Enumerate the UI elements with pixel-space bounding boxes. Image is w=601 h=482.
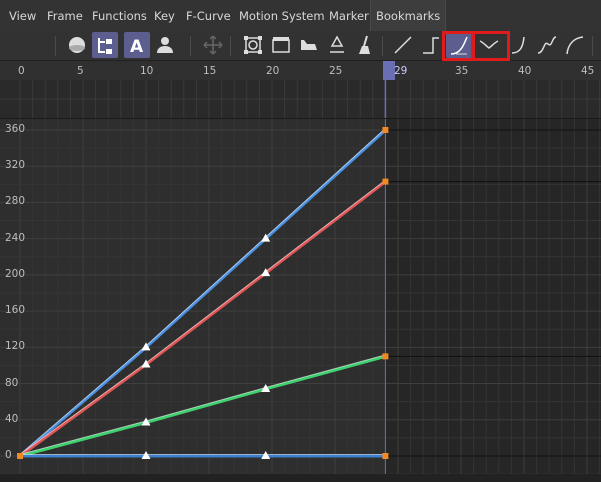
y-axis-label: 320	[5, 159, 26, 172]
recycle-icon	[330, 35, 344, 53]
film-clapper-icon	[272, 37, 290, 53]
iron-icon	[301, 40, 317, 50]
keyframe[interactable]	[382, 453, 389, 459]
move-arrows-button[interactable]	[200, 32, 226, 58]
frame-selection-icon	[244, 36, 262, 54]
frame-selection-button[interactable]	[240, 32, 266, 58]
broom-button[interactable]	[352, 32, 378, 58]
menu-view[interactable]: View	[9, 0, 36, 31]
ruler-tick-label: 35	[455, 65, 469, 77]
ruler-tick-label: 10	[140, 65, 154, 77]
menu-bar: View Frame Functions Key F-Curve Motion Syste…	[0, 0, 601, 32]
toolbar-separator	[230, 36, 231, 56]
linear-interp-button[interactable]	[390, 32, 416, 58]
keyframe[interactable]	[382, 178, 389, 185]
text-a-icon: A	[130, 37, 144, 57]
ease-curve-button[interactable]	[562, 32, 588, 58]
y-axis-label: 200	[5, 267, 26, 280]
svg-text:A: A	[130, 37, 144, 57]
ruler-tick-label: 15	[203, 65, 217, 77]
y-axis-label: 280	[5, 195, 26, 208]
menu-functions[interactable]: Functions	[92, 0, 147, 31]
toolbar-separator	[55, 36, 56, 56]
ease-curve-icon	[566, 36, 584, 55]
fcurve-graph[interactable]: 360 320 280 240 200 160 120 80 40 0	[0, 111, 601, 475]
summary-track[interactable]	[0, 80, 601, 119]
spline-icon	[537, 36, 557, 54]
ruler-tick-label: 0	[18, 65, 25, 77]
hierarchy-button[interactable]	[92, 32, 118, 58]
recycle-button[interactable]	[324, 32, 350, 58]
toolbar: A	[0, 31, 601, 61]
menu-f-curve[interactable]: F-Curve	[186, 0, 231, 31]
iron-button[interactable]	[296, 32, 322, 58]
y-axis-label: 120	[5, 340, 26, 353]
y-axis-label: 160	[5, 304, 26, 317]
y-axis-label: 40	[5, 412, 19, 425]
summary-grid	[0, 80, 601, 118]
ruler-tick-label: 45	[581, 65, 595, 77]
highlight-box	[472, 31, 510, 61]
keyframe[interactable]	[382, 353, 389, 360]
broom-icon	[359, 35, 370, 54]
person-button[interactable]	[152, 32, 178, 58]
y-axis-label: 0	[5, 449, 12, 461]
film-clapper-button[interactable]	[268, 32, 294, 58]
keyframe[interactable]	[382, 126, 389, 133]
ruler-tick-label: 5	[77, 65, 84, 77]
keyframe[interactable]	[17, 453, 23, 459]
toolbar-separator	[190, 36, 191, 56]
menu-frame[interactable]: Frame	[47, 0, 83, 31]
y-axis-label: 360	[5, 122, 26, 135]
move-arrows-icon	[203, 35, 223, 55]
y-axis-label: 80	[5, 376, 19, 389]
ruler-tick-label: 20	[266, 65, 280, 77]
person-icon	[157, 37, 173, 53]
current-frame-label: 29	[394, 65, 408, 77]
ruler-tick-label: 25	[329, 65, 343, 77]
menu-key[interactable]: Key	[154, 0, 175, 31]
timeline-ruler[interactable]: 29 0 5 10 15 20 25 35 40 45	[0, 61, 601, 80]
menu-bookmarks[interactable]: Bookmarks	[370, 0, 447, 31]
sphere-icon	[69, 37, 85, 53]
horizontal-scrollbar[interactable]	[0, 474, 601, 482]
toolbar-separator	[382, 36, 383, 56]
toolbar-separator	[592, 36, 593, 56]
spline-button[interactable]	[534, 32, 560, 58]
hierarchy-icon	[98, 38, 112, 54]
sphere-button[interactable]	[64, 32, 90, 58]
linear-interp-icon	[394, 36, 412, 54]
step-interp-icon	[423, 37, 439, 54]
fcurve-chart[interactable]	[0, 111, 601, 475]
y-axis-label: 240	[5, 231, 26, 244]
step-interp-button[interactable]	[418, 32, 444, 58]
text-a-button[interactable]: A	[124, 32, 150, 58]
highlight-box	[442, 31, 474, 61]
menu-motion-system[interactable]: Motion System	[239, 0, 325, 31]
menu-marker[interactable]: Marker	[329, 0, 369, 31]
ruler-tick-label: 40	[518, 65, 532, 77]
